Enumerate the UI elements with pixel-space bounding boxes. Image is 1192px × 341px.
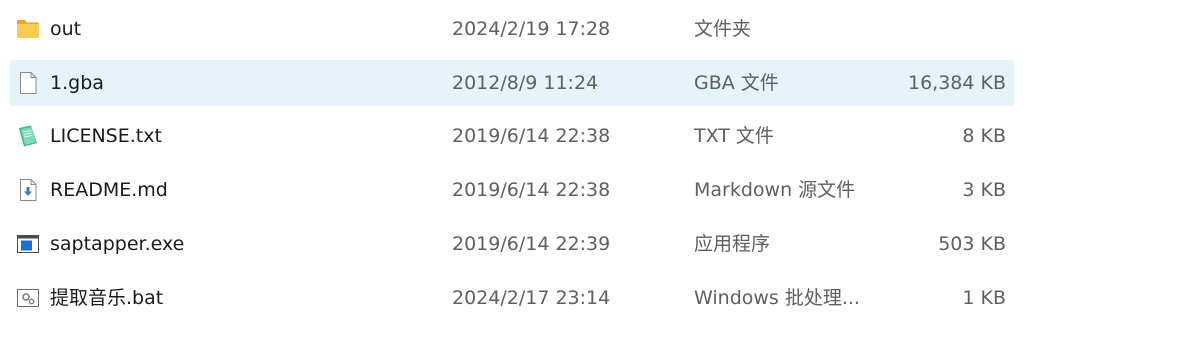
- file-row-out[interactable]: out 2024/2/19 17:28 文件夹: [10, 6, 1014, 52]
- file-list: out 2024/2/19 17:28 文件夹 1.gba 2012/8/9 1…: [0, 0, 1192, 341]
- file-date: 2019/6/14 22:39: [452, 233, 611, 255]
- batch-file-icon: [16, 286, 40, 310]
- file-name: README.md: [50, 179, 168, 201]
- file-type: TXT 文件: [694, 125, 774, 147]
- file-type: 文件夹: [694, 18, 752, 40]
- file-size: 16,384 KB: [907, 72, 1006, 94]
- file-name: out: [50, 18, 82, 40]
- file-type: 应用程序: [694, 233, 771, 255]
- markdown-file-icon: [16, 178, 40, 202]
- file-type: GBA 文件: [694, 72, 779, 94]
- notepad-file-icon: [16, 124, 40, 148]
- file-row-1-gba[interactable]: 1.gba 2012/8/9 11:24 GBA 文件 16,384 KB: [10, 60, 1014, 106]
- file-name: saptapper.exe: [50, 233, 185, 255]
- generic-file-icon: [16, 71, 40, 95]
- application-icon: [16, 232, 40, 256]
- file-date: 2024/2/17 23:14: [452, 287, 611, 309]
- file-size: 3 KB: [962, 179, 1006, 201]
- file-row-saptapper-exe[interactable]: saptapper.exe 2019/6/14 22:39 应用程序 503 K…: [10, 221, 1014, 267]
- file-date: 2024/2/19 17:28: [452, 18, 611, 40]
- file-date: 2019/6/14 22:38: [452, 125, 611, 147]
- file-date: 2019/6/14 22:38: [452, 179, 611, 201]
- file-type: Windows 批处理...: [694, 287, 860, 309]
- file-name: LICENSE.txt: [50, 125, 162, 147]
- file-row-readme-md[interactable]: README.md 2019/6/14 22:38 Markdown 源文件 3…: [10, 167, 1014, 213]
- folder-icon: [16, 17, 40, 41]
- file-row-bat[interactable]: 提取音乐.bat 2024/2/17 23:14 Windows 批处理... …: [10, 275, 1014, 321]
- file-size: 8 KB: [962, 125, 1006, 147]
- file-name: 1.gba: [50, 72, 104, 94]
- file-row-license-txt[interactable]: LICENSE.txt 2019/6/14 22:38 TXT 文件 8 KB: [10, 113, 1014, 159]
- file-size: 503 KB: [938, 233, 1006, 255]
- file-date: 2012/8/9 11:24: [452, 72, 599, 94]
- file-type: Markdown 源文件: [694, 179, 856, 201]
- file-size: 1 KB: [962, 287, 1006, 309]
- file-name: 提取音乐.bat: [50, 287, 164, 309]
